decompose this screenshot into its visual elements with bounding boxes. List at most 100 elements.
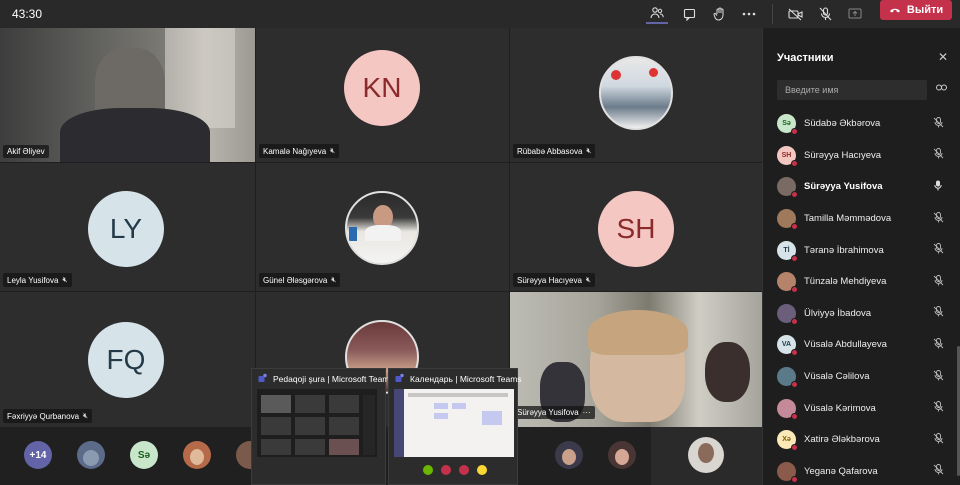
- participant-name: Vüsalə Cəlilova: [804, 371, 870, 383]
- chat-icon[interactable]: [678, 4, 700, 24]
- mic-off-icon: 🔇︎: [586, 146, 592, 155]
- mic-off-icon[interactable]: [931, 369, 945, 384]
- preview-thumbnail: [394, 389, 514, 457]
- participant-item[interactable]: Xə Xatirə Ələkbərova: [763, 424, 960, 456]
- mic-off-icon[interactable]: [931, 116, 945, 131]
- teams-icon: [258, 373, 268, 385]
- self-avatar: [688, 437, 724, 473]
- participant-item[interactable]: Vüsalə Kərimova: [763, 392, 960, 424]
- mic-on-icon[interactable]: [931, 180, 945, 194]
- presence-dot: [791, 191, 798, 199]
- participant-item[interactable]: Tamilla Məmmədova: [763, 203, 960, 235]
- panel-title: Участники: [777, 52, 834, 64]
- participant-name: Vüsalə Abdullayeva: [804, 339, 887, 351]
- mic-off-icon[interactable]: [931, 148, 945, 162]
- presence-dot: [791, 349, 798, 357]
- participant-item[interactable]: Tünzalə Mehdiyeva: [763, 266, 960, 298]
- participant-item[interactable]: Sə Südabə Əkbərova: [763, 108, 960, 140]
- raise-hand-icon[interactable]: [708, 4, 730, 24]
- participant-item[interactable]: Vüsalə Cəlilova: [763, 361, 960, 393]
- participant-item[interactable]: SH Sürəyya Hacıyeva: [763, 140, 960, 172]
- participant-item[interactable]: Tİ Təranə İbrahimova: [763, 234, 960, 266]
- participant-name-label: Fəxriyyə Qurbanova 🔇︎: [3, 409, 93, 423]
- mic-off-icon[interactable]: [931, 401, 945, 415]
- overflow-count-button[interactable]: +14: [24, 441, 52, 469]
- meeting-toolbar: 43:30 Выйти: [0, 0, 960, 28]
- taskbar-preview[interactable]: Календарь | Microsoft Teams: [388, 368, 522, 485]
- overflow-count: +14: [29, 449, 47, 461]
- thumbnail-panel: [363, 395, 375, 455]
- avatar[interactable]: [77, 441, 105, 469]
- calendar-event: [452, 403, 466, 409]
- thumbnail-tile: [329, 395, 359, 413]
- participant-list: Sə Südabə Əkbərova SH Sürəyya Hacıyeva Sürəy…: [763, 108, 960, 485]
- avatar-photo: [615, 449, 629, 465]
- mic-off-icon[interactable]: [931, 338, 945, 352]
- mic-off-icon[interactable]: [931, 211, 945, 226]
- calendar-event: [434, 403, 448, 409]
- video-tile[interactable]: LY Leyla Yusifova 🔇︎: [0, 163, 255, 291]
- calendar-event: [434, 413, 448, 419]
- participant-name: Sürəyya Yusifova: [517, 408, 579, 417]
- participant-avatar: LY: [88, 191, 164, 267]
- avatar[interactable]: Sə: [130, 441, 158, 469]
- mic-off-icon: 🔇︎: [330, 146, 336, 155]
- avatar[interactable]: [608, 441, 636, 469]
- participant-name: Sürəyya Hacıyeva: [804, 149, 882, 161]
- presence-dot: [791, 381, 798, 389]
- video-tile[interactable]: FQ Fəxriyyə Qurbanova 🔇︎: [0, 292, 255, 427]
- presence-dot: [791, 317, 798, 325]
- participant-avatar: SH: [598, 191, 674, 267]
- preview-title-text: Календарь | Microsoft Teams: [410, 374, 522, 384]
- more-icon[interactable]: [738, 4, 760, 24]
- close-icon[interactable]: ✕: [938, 50, 948, 64]
- thumbnail-tile: [295, 439, 325, 455]
- teams-icon: [395, 373, 405, 385]
- share-icon[interactable]: [844, 4, 866, 24]
- participant-name-label: Leyla Yusifova 🔇︎: [3, 273, 72, 287]
- hang-up-icon: [889, 4, 901, 16]
- video-tile[interactable]: Sürəyya Yusifova ···: [510, 292, 762, 427]
- mic-off-icon[interactable]: [931, 306, 945, 320]
- self-view-tile[interactable]: [651, 427, 762, 485]
- mic-off-icon[interactable]: [814, 4, 836, 24]
- leave-button[interactable]: Выйти: [880, 0, 952, 20]
- participant-name: Kamalə Nağıyeva: [263, 146, 327, 156]
- video-tile[interactable]: Rübabə Abbasova 🔇︎: [510, 28, 762, 162]
- video-tile[interactable]: Akif Əliyev: [0, 28, 255, 162]
- participant-item[interactable]: Ülviyyə İbadova: [763, 298, 960, 330]
- mic-off-icon: 🔇︎: [62, 275, 68, 284]
- avatar[interactable]: [555, 441, 583, 469]
- video-tile[interactable]: KN Kamalə Nağıyeva 🔇︎: [256, 28, 509, 162]
- participant-name-label: Sürəyya Hacıyeva 🔇︎: [513, 273, 595, 287]
- mic-off-icon[interactable]: [931, 464, 945, 478]
- people-icon[interactable]: [646, 4, 668, 24]
- participant-item[interactable]: Sürəyya Yusifova: [763, 171, 960, 203]
- mic-off-icon[interactable]: [931, 243, 945, 257]
- participant-item[interactable]: Yeganə Qafarova: [763, 456, 960, 485]
- preview-title: Pedaqoji şura | Microsoft Teams: [258, 373, 394, 385]
- camera-off-icon[interactable]: [784, 4, 806, 24]
- mic-off-icon[interactable]: [931, 432, 945, 447]
- presence-dot: [791, 254, 798, 262]
- video-tile[interactable]: Günel Ələsgərova 🔇︎: [256, 163, 509, 291]
- participant-name: Akif Əliyev: [7, 147, 45, 156]
- mic-off-icon[interactable]: [931, 274, 945, 289]
- participant-name: Fəxriyyə Qurbanova: [7, 411, 80, 421]
- participant-name: Xatirə Ələkbərova: [804, 434, 880, 446]
- more-options-icon[interactable]: ···: [583, 408, 591, 417]
- participant-name: Rübabə Abbasova: [517, 146, 583, 156]
- participants-panel: Участники ✕ Sə Südabə Əkbərova SH Sürəyya H…: [762, 28, 960, 485]
- video-tile[interactable]: SH Sürəyya Hacıyeva 🔇︎: [510, 163, 762, 291]
- search-input[interactable]: [777, 80, 927, 100]
- taskbar-preview[interactable]: Pedaqoji şura | Microsoft Teams: [251, 368, 394, 485]
- link-icon[interactable]: [936, 83, 947, 94]
- status-dot-icon: [459, 465, 469, 475]
- avatar[interactable]: [183, 441, 211, 469]
- participant-item[interactable]: VA Vüsalə Abdullayeva: [763, 329, 960, 361]
- person-body: [60, 108, 210, 162]
- status-dot-icon: [441, 465, 451, 475]
- avatar: [777, 177, 798, 199]
- avatar-initials: LY: [109, 213, 143, 244]
- thumbnail-tile: [261, 395, 291, 413]
